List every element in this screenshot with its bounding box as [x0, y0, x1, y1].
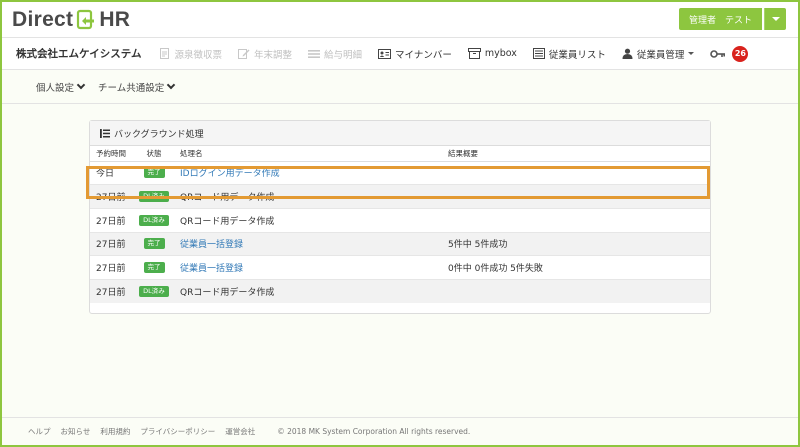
footer: ヘルプ お知らせ 利用規約 プライバシーポリシー 運営会社 © 2018 MK … [2, 417, 798, 445]
user-icon [622, 48, 633, 59]
cell-time: 27日前 [90, 184, 132, 209]
subnav-label: チーム共通設定 [98, 83, 165, 94]
cell-name: 従業員一括登録 [176, 232, 444, 257]
caret-down-icon [688, 52, 695, 55]
key-icon [710, 49, 726, 59]
col-header-name: 処理名 [176, 146, 444, 162]
nav-withholding-slip[interactable]: 源泉徴収票 [159, 47, 222, 61]
logo-text-hr: HR [99, 8, 131, 31]
cell-name: IDログイン用データ作成 [176, 161, 444, 186]
cell-name: 従業員一括登録 [176, 255, 444, 280]
status-badge: DL済み [139, 286, 169, 298]
cell-time: 27日前 [90, 232, 132, 257]
user-menu-button[interactable]: 管理者 テスト [678, 8, 762, 30]
cell-status: 完了 [132, 255, 176, 280]
nav-employee-list[interactable]: 従業員リスト [532, 47, 606, 61]
sub-nav: 個人設定 チーム共通設定 [2, 71, 798, 104]
cell-status: DL済み [132, 279, 176, 304]
col-header-time: 予約時間 [90, 146, 132, 162]
job-link[interactable]: 従業員一括登録 [180, 264, 243, 274]
cell-status: DL済み [132, 184, 176, 209]
main-nav: 株式会社エムケイシステム 源泉徴収票 年末調整 給与明細 マイナンバー mybo… [2, 38, 798, 70]
top-bar: Direct HR 管理者 テスト [2, 2, 798, 38]
list-icon [100, 128, 110, 138]
nav-label: 年末調整 [254, 49, 293, 61]
footer-link-news[interactable]: お知らせ [61, 426, 91, 437]
status-badge: 完了 [143, 238, 165, 250]
subnav-team-settings[interactable]: チーム共通設定 [98, 80, 176, 94]
job-link[interactable]: 従業員一括登録 [180, 240, 243, 250]
cell-result [444, 161, 710, 186]
table-row: 27日前 DL済み QRコード用データ作成 [90, 279, 710, 304]
edit-icon [238, 48, 250, 59]
jobs-table: 予約時間 状態 処理名 結果概要 今日 完了 IDログイン用データ作成 27日前… [90, 146, 710, 304]
logo-mark-icon [75, 9, 97, 31]
chevron-down-icon [76, 80, 86, 90]
footer-link-terms[interactable]: 利用規約 [100, 426, 130, 437]
nav-mybox[interactable]: mybox [467, 48, 517, 59]
table-row: 27日前 DL済み QRコード用データ作成 [90, 184, 710, 209]
cell-result: 5件中 5件成功 [444, 232, 710, 257]
cell-result [444, 279, 710, 304]
cell-time: 27日前 [90, 208, 132, 233]
nav-employee-management[interactable]: 従業員管理 [622, 47, 695, 61]
cell-time: 27日前 [90, 255, 132, 280]
cell-status: DL済み [132, 208, 176, 233]
cell-name: QRコード用データ作成 [176, 279, 444, 304]
caret-down-icon [771, 17, 780, 21]
list-icon [532, 48, 545, 59]
status-badge: 完了 [143, 262, 165, 274]
subnav-personal-settings[interactable]: 個人設定 [36, 80, 86, 94]
cell-status: 完了 [132, 232, 176, 257]
table-row: 27日前 完了 従業員一括登録 5件中 5件成功 [90, 232, 710, 257]
footer-link-privacy[interactable]: プライバシーポリシー [140, 426, 215, 437]
nav-payslip[interactable]: 給与明細 [308, 47, 362, 61]
footer-link-help[interactable]: ヘルプ [28, 426, 51, 437]
footer-link-company[interactable]: 運営会社 [225, 426, 255, 437]
user-menu-caret[interactable] [764, 8, 786, 30]
panel-header: バックグラウンド処理 [90, 121, 710, 146]
cell-time: 今日 [90, 161, 132, 186]
cell-result [444, 184, 710, 209]
nav-label: 給与明細 [324, 49, 363, 61]
user-menu-label: 管理者 テスト [688, 15, 752, 26]
copyright: © 2018 MK System Corporation All rights … [277, 427, 471, 436]
status-badge: 完了 [143, 167, 165, 179]
company-name: 株式会社エムケイシステム [16, 48, 142, 60]
cell-name: QRコード用データ作成 [176, 208, 444, 233]
job-link[interactable]: IDログイン用データ作成 [180, 169, 280, 179]
file-icon [159, 48, 170, 59]
table-row: 今日 完了 IDログイン用データ作成 [90, 161, 710, 186]
nav-label: マイナンバー [395, 49, 452, 61]
col-header-status: 状態 [132, 146, 176, 162]
nav-label: 従業員管理 [636, 49, 685, 61]
background-jobs-panel: バックグラウンド処理 予約時間 状態 処理名 結果概要 今日 完了 IDログイン… [89, 120, 711, 314]
notification-badge: 26 [732, 45, 749, 62]
subnav-label: 個人設定 [36, 83, 75, 94]
logo[interactable]: Direct HR [12, 7, 130, 33]
bars-icon [308, 49, 321, 59]
table-row: 27日前 完了 従業員一括登録 0件中 0件成功 5件失敗 [90, 255, 710, 280]
nav-my-number[interactable]: マイナンバー [378, 47, 452, 61]
cell-status: 完了 [132, 161, 176, 186]
nav-label: mybox [484, 48, 517, 59]
panel-title: バックグラウンド処理 [114, 129, 204, 140]
cell-result [444, 208, 710, 233]
logo-text-direct: Direct [12, 8, 74, 31]
nav-year-end-adjustment[interactable]: 年末調整 [238, 47, 292, 61]
status-badge: DL済み [139, 214, 169, 226]
col-header-result: 結果概要 [444, 146, 710, 162]
cell-name: QRコード用データ作成 [176, 184, 444, 209]
status-badge: DL済み [139, 191, 169, 203]
table-header-row: 予約時間 状態 処理名 結果概要 [90, 146, 710, 162]
box-icon [467, 48, 481, 59]
table-row: 27日前 DL済み QRコード用データ作成 [90, 208, 710, 233]
cell-time: 27日前 [90, 279, 132, 304]
id-card-icon [378, 48, 392, 59]
nav-label: 源泉徴収票 [174, 49, 222, 61]
chevron-down-icon [166, 80, 176, 90]
cell-result: 0件中 0件成功 5件失敗 [444, 255, 710, 280]
nav-notifications[interactable]: 26 [710, 45, 749, 62]
nav-label: 従業員リスト [548, 49, 606, 61]
